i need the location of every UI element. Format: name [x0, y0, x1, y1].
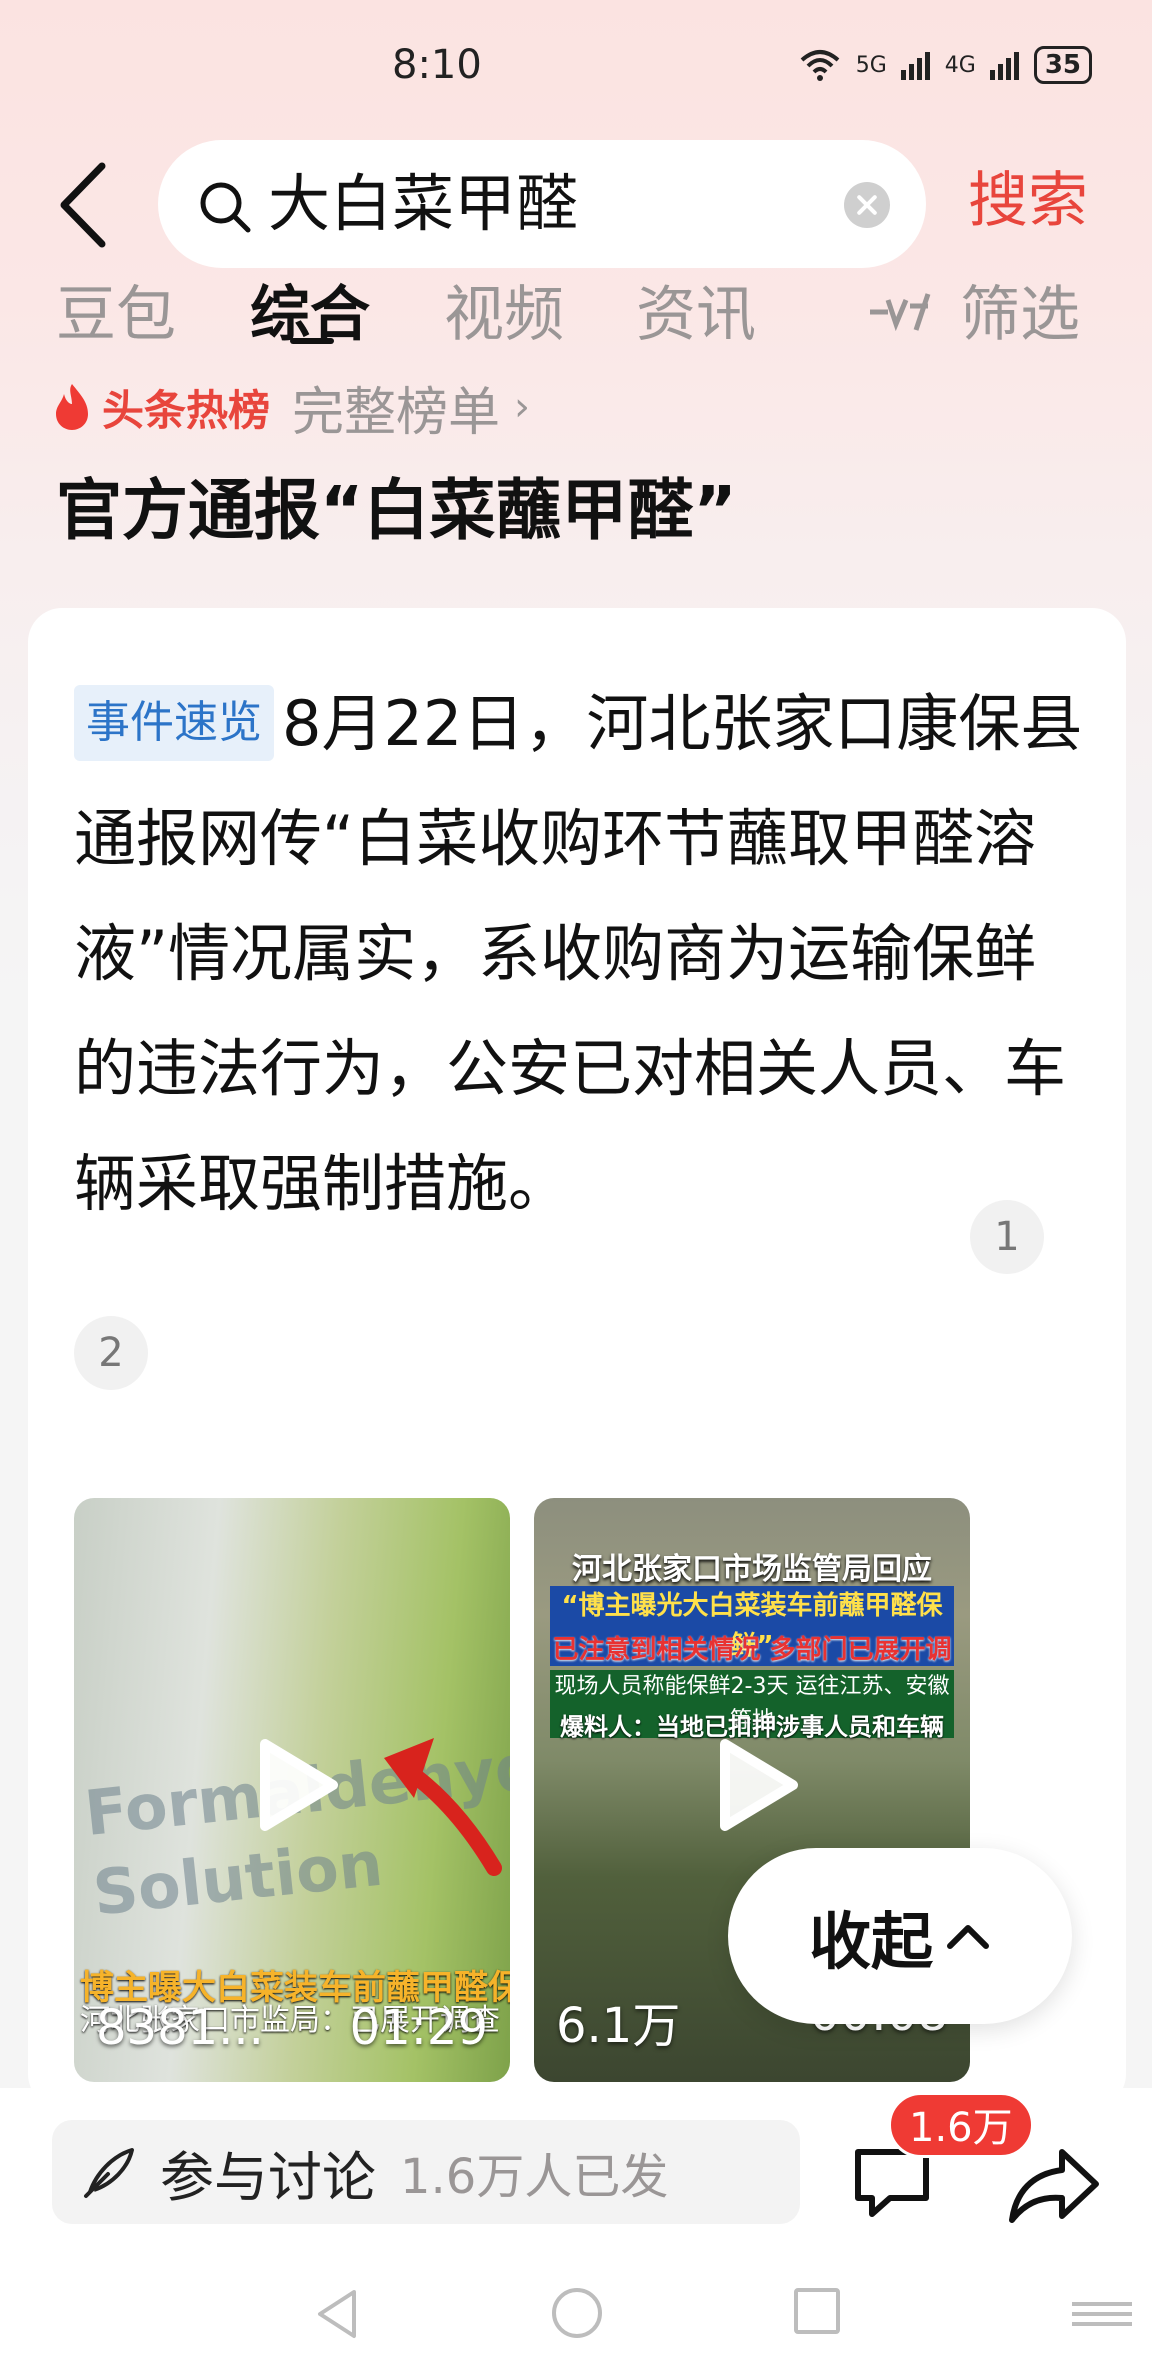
- network-4g-label: 4G: [944, 52, 976, 78]
- discuss-input[interactable]: 参与讨论 1.6万人已发: [52, 2120, 800, 2224]
- topic-title: 官方通报“白菜蘸甲醛”: [56, 472, 737, 549]
- tab-video[interactable]: 视频: [444, 270, 564, 350]
- collapse-button[interactable]: 收起: [728, 1848, 1072, 2024]
- tab-bar: 豆包 综合 视频 资讯 筛选: [0, 270, 1152, 350]
- back-arrow-icon: [60, 162, 106, 248]
- video-view-count: 8381...: [96, 2000, 264, 2056]
- pen-icon: [84, 2148, 134, 2198]
- summary-text: 8月22日，河北张家口康保县通报网传“白菜收购环节蘸取甲醛溶液”情况属实，系收购…: [74, 687, 1083, 1220]
- video-meta: 8381... 01:29: [96, 2000, 488, 2056]
- red-arrow-icon: [384, 1738, 502, 1876]
- hot-list-label: 头条热榜: [102, 385, 271, 435]
- tab-news[interactable]: 资讯: [636, 270, 756, 350]
- filter-icon[interactable]: [866, 290, 944, 340]
- back-button[interactable]: [52, 160, 112, 250]
- video-duration: 01:29: [349, 2000, 488, 2056]
- search-query: 大白菜甲醛: [268, 167, 579, 240]
- tab-filter-label[interactable]: 筛选: [960, 270, 1080, 350]
- active-tab-indicator: [290, 338, 334, 344]
- chevron-up-icon: [947, 1925, 989, 1949]
- search-icon: [200, 182, 251, 233]
- nav-back-icon[interactable]: [314, 2288, 360, 2340]
- bottom-action-bar: 参与讨论 1.6万人已发 1.6万: [0, 2088, 1152, 2248]
- play-icon[interactable]: [697, 1730, 807, 1840]
- discuss-count: 1.6万人已发: [400, 2149, 669, 2205]
- tab-doubao[interactable]: 豆包: [56, 270, 176, 350]
- clear-icon[interactable]: [844, 182, 890, 228]
- reference-1[interactable]: 1: [970, 1200, 1044, 1274]
- status-icons: 5G 4G 35: [798, 46, 1092, 84]
- search-button[interactable]: 搜索: [968, 165, 1088, 237]
- nav-home-icon[interactable]: [552, 2288, 602, 2338]
- signal-icon: [900, 52, 930, 80]
- play-icon[interactable]: [237, 1730, 347, 1840]
- wifi-icon: [800, 50, 840, 81]
- reference-2[interactable]: 2: [74, 1316, 148, 1390]
- search-input[interactable]: 大白菜甲醛: [158, 140, 926, 268]
- system-nav-bar: [0, 2248, 1152, 2376]
- event-summary: 事件速览 8月22日，河北张家口康保县通报网传“白菜收购环节蘸取甲醛溶液”情况属实…: [74, 666, 1094, 1241]
- chevron-right-icon: ›: [514, 384, 531, 430]
- status-time: 8:10: [392, 42, 482, 88]
- video-view-count: 6.1万: [556, 1998, 681, 2054]
- video-headline: 河北张家口市场监管局回应: [572, 1552, 932, 1587]
- share-icon[interactable]: [1006, 2146, 1102, 2226]
- video-thumbnail[interactable]: Formaldehyde Solution 博主曝大白菜装车前蘸甲醛保鲜 河北张…: [74, 1498, 510, 2082]
- battery-icon: 35: [1033, 46, 1092, 84]
- full-list-link[interactable]: 完整榜单: [292, 370, 500, 445]
- nav-recent-icon[interactable]: [794, 2288, 840, 2334]
- status-bar: 8:10 5G 4G 35: [0, 0, 1152, 130]
- nav-menu-icon[interactable]: [1072, 2302, 1132, 2332]
- discuss-label: 参与讨论: [160, 2145, 376, 2209]
- flame-icon: [56, 384, 88, 430]
- network-5g-label: 5G: [855, 52, 887, 78]
- hot-list-row[interactable]: 头条热榜 完整榜单 ›: [52, 370, 531, 445]
- collapse-label: 收起: [808, 1905, 933, 1978]
- event-badge: 事件速览: [74, 685, 274, 761]
- signal-icon-2: [989, 52, 1019, 80]
